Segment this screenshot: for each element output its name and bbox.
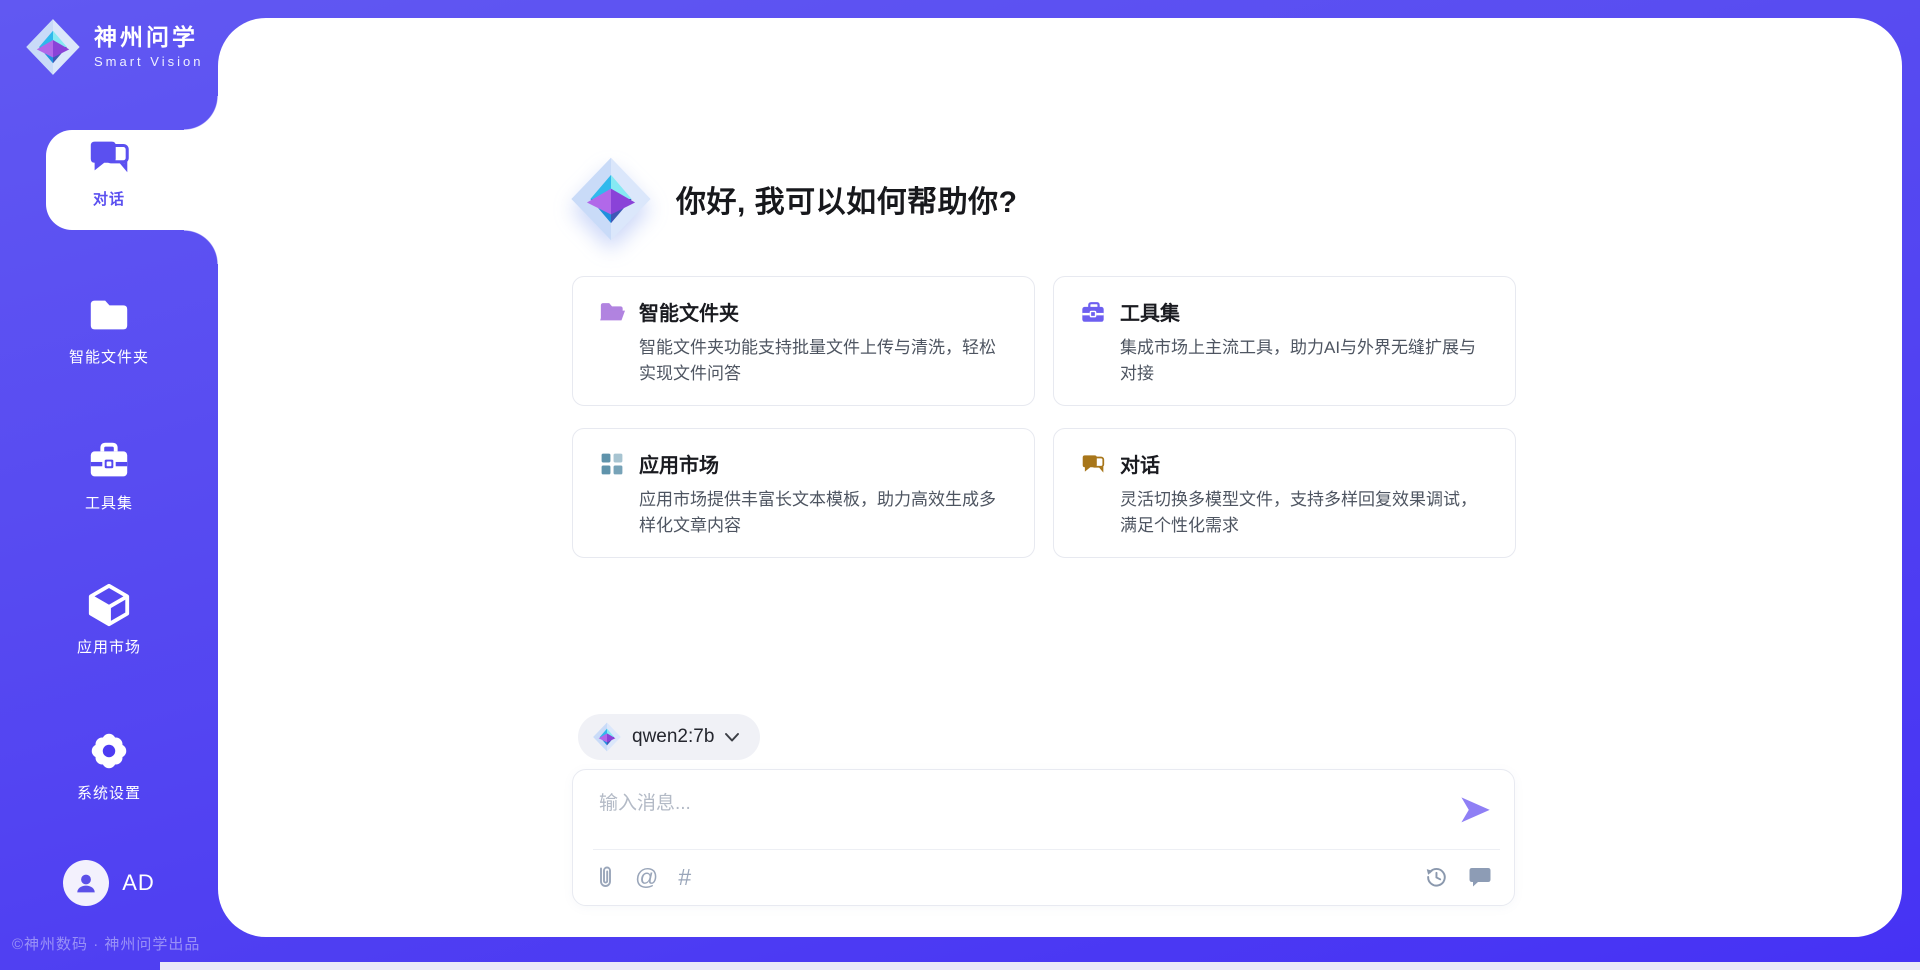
card-toolset[interactable]: 工具集 集成市场上主流工具，助力AI与外界无缝扩展与对接 [1053,276,1516,406]
card-title: 工具集 [1120,297,1180,326]
card-title: 对话 [1120,449,1160,478]
app-window: 神州问学 Smart Vision 对话 [0,0,1920,970]
model-logo-icon [592,722,622,752]
sidebar-item-label: 应用市场 [77,636,141,657]
card-header: 对话 [1080,449,1489,478]
card-description: 灵活切换多模型文件，支持多样回复效果调试，满足个性化需求 [1120,487,1489,539]
send-button[interactable] [1458,794,1492,824]
card-description: 集成市场上主流工具，助力AI与外界无缝扩展与对接 [1120,335,1489,387]
brand-text: 神州问学 Smart Vision [94,25,203,68]
card-description: 应用市场提供丰富长文本模板，助力高效生成多样化文章内容 [639,487,1008,539]
card-title: 应用市场 [639,449,719,478]
cube-icon [86,582,132,628]
composer-toolbar: @ # [595,858,1492,896]
greeting: 你好, 我可以如何帮助你? [568,154,1018,244]
card-chat[interactable]: 对话 灵活切换多模型文件，支持多样回复效果调试，满足个性化需求 [1053,428,1516,558]
card-title: 智能文件夹 [639,297,739,326]
brand-subtitle: Smart Vision [94,54,203,69]
sidebar-item-label: 系统设置 [77,782,141,803]
message-input-box: @ # [572,769,1515,906]
person-icon [72,869,100,897]
folder-icon [86,292,132,338]
brand-diamond-icon [24,18,82,76]
user-initials: AD [122,870,155,896]
composer-divider [593,849,1500,850]
mention-button[interactable]: @ [635,866,658,889]
history-button[interactable] [1424,865,1448,889]
briefcase-icon [1080,299,1106,325]
chat-bubbles-icon [86,134,132,180]
copyright-footer: ©神州数码 · 神州问学出品 [12,933,200,954]
sidebar-item-label: 对话 [93,188,125,209]
chat-bubbles-icon [1080,451,1106,477]
sidebar-item-settings[interactable]: 系统设置 [0,728,218,803]
sidebar-item-smart-folder[interactable]: 智能文件夹 [0,292,218,367]
model-selector[interactable]: qwen2:7b [578,714,760,760]
hash-icon: # [678,866,691,889]
card-header: 工具集 [1080,297,1489,326]
card-app-market[interactable]: 应用市场 应用市场提供丰富长文本模板，助力高效生成多样化文章内容 [572,428,1035,558]
brand-name: 神州问学 [94,25,203,50]
sidebar-item-app-market[interactable]: 应用市场 [0,582,218,657]
at-sign-icon: @ [635,866,658,889]
gear-icon [86,728,132,774]
attach-file-button[interactable] [595,865,615,889]
apps-grid-icon [599,451,625,477]
sidebar-item-chat[interactable]: 对话 [0,134,218,209]
composer-tools-left: @ # [595,865,691,889]
conversation-button[interactable] [1468,866,1492,888]
chevron-down-icon [724,731,740,743]
message-input[interactable] [597,786,1417,842]
brand: 神州问学 Smart Vision [24,18,203,76]
card-header: 智能文件夹 [599,297,1008,326]
topic-button[interactable]: # [678,866,691,889]
card-header: 应用市场 [599,449,1008,478]
card-smart-folder[interactable]: 智能文件夹 智能文件夹功能支持批量文件上传与清洗，轻松实现文件问答 [572,276,1035,406]
send-icon [1458,794,1492,826]
paperclip-icon [595,865,615,889]
card-description: 智能文件夹功能支持批量文件上传与清洗，轻松实现文件问答 [639,335,1008,387]
assistant-logo-icon [568,154,654,244]
sidebar-item-label: 工具集 [85,492,133,513]
toolbox-icon [86,438,132,484]
avatar [63,860,109,906]
user-profile[interactable]: AD [0,860,218,906]
history-icon [1424,865,1448,889]
folder-open-icon [599,299,625,325]
feature-cards: 智能文件夹 智能文件夹功能支持批量文件上传与清洗，轻松实现文件问答 工具集 集成… [572,276,1516,558]
model-name: qwen2:7b [632,726,714,748]
horizontal-scrollbar[interactable] [160,962,1920,970]
chat-bubble-icon [1468,866,1492,888]
composer-tools-right [1424,865,1492,889]
greeting-title: 你好, 我可以如何帮助你? [676,177,1018,221]
sidebar: 神州问学 Smart Vision 对话 [0,0,218,970]
main-panel: 你好, 我可以如何帮助你? 智能文件夹 智能文件夹功能支持批量文件上传与清洗，轻… [218,18,1902,937]
sidebar-item-label: 智能文件夹 [69,346,149,367]
sidebar-item-toolset[interactable]: 工具集 [0,438,218,513]
